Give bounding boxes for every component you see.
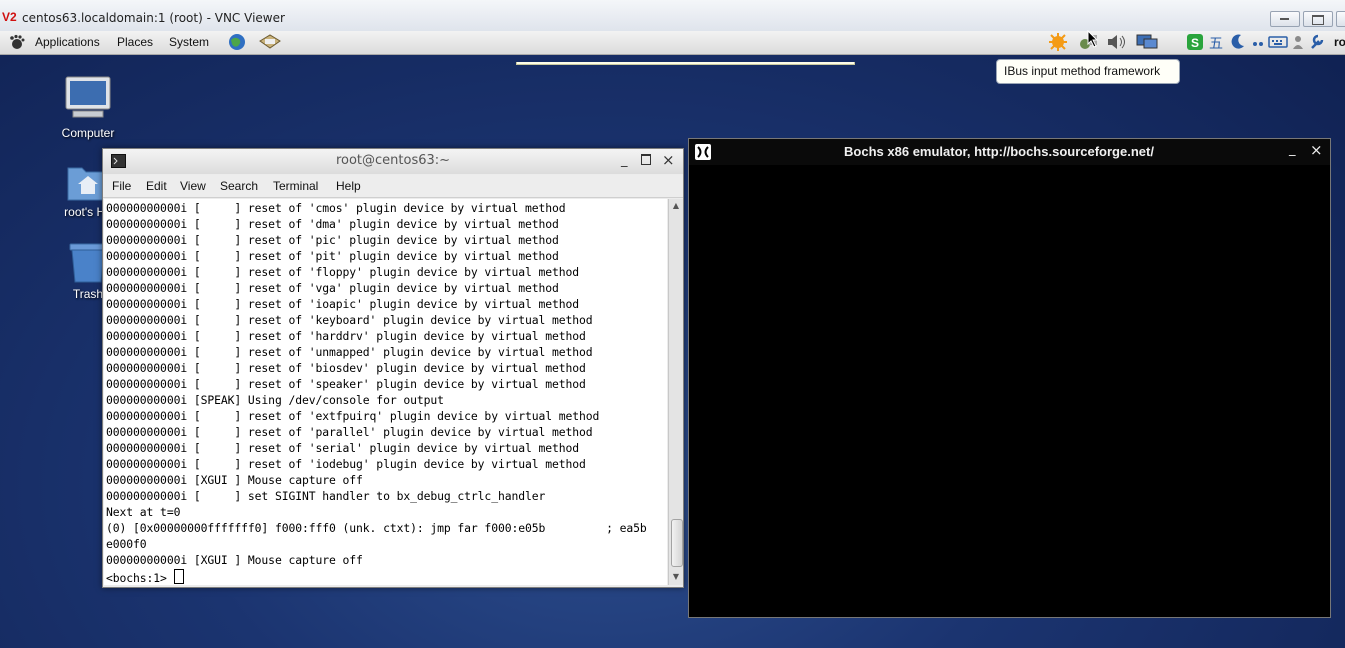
close-icon[interactable]: × [662, 151, 675, 169]
bochs-minimize-icon[interactable]: _ [1289, 142, 1296, 157]
display-icon[interactable] [1135, 33, 1159, 51]
bochs-close-icon[interactable]: × [1310, 141, 1323, 159]
terminal-line: 00000000000i [ ] reset of 'parallel' plu… [106, 425, 593, 439]
terminal-line: 00000000000i [ ] reset of 'cmos' plugin … [106, 201, 566, 215]
applications-menu[interactable]: Applications [35, 35, 100, 49]
terminal-line: 00000000000i [ ] reset of 'harddrv' plug… [106, 329, 586, 343]
terminal-scrollbar[interactable]: ▲ ▼ [668, 199, 683, 585]
terminal-titlebar[interactable]: root@centos63:~ _ × [103, 149, 683, 174]
bochs-window[interactable]: Bochs x86 emulator, http://bochs.sourcef… [688, 138, 1331, 618]
bochs-titlebar[interactable]: Bochs x86 emulator, http://bochs.sourcef… [689, 139, 1330, 165]
vnc-window-title: centos63.localdomain:1 (root) - VNC View… [22, 11, 285, 25]
terminal-line: 00000000000i [ ] reset of 'extfpuirq' pl… [106, 409, 600, 423]
terminal-line: 00000000000i [ ] reset of 'keyboard' plu… [106, 313, 593, 327]
punctuation-icon[interactable] [1250, 33, 1266, 51]
terminal-line: 00000000000i [ ] set SIGINT handler to b… [106, 489, 546, 503]
terminal-line: 00000000000i [ ] reset of 'unmapped' plu… [106, 345, 593, 359]
text-cursor [173, 569, 184, 584]
terminal-line: 00000000000i [ ] reset of 'pit' plugin d… [106, 249, 559, 263]
terminal-line: 00000000000i [ ] reset of 'biosdev' plug… [106, 361, 586, 375]
update-notifier-icon[interactable] [1047, 33, 1069, 51]
ime-wubi-icon[interactable]: 五 [1209, 33, 1223, 53]
vnc-minimize-button[interactable] [1270, 11, 1300, 27]
gnome-top-panel: Applications Places System S 五 ro [0, 31, 1345, 65]
terminal-line: 00000000000i [XGUI ] Mouse capture off [106, 553, 363, 567]
system-menu[interactable]: System [169, 35, 209, 49]
mail-client-icon[interactable] [258, 33, 282, 51]
terminal-prompt: <bochs:1> [106, 571, 174, 585]
wrench-icon[interactable] [1309, 33, 1325, 51]
vnc-close-button[interactable] [1336, 11, 1345, 27]
bochs-display[interactable] [690, 165, 1327, 613]
desktop-icon-label: Computer [61, 126, 115, 140]
minimize-icon[interactable]: _ [621, 153, 628, 168]
terminal-line: 00000000000i [ ] reset of 'vga' plugin d… [106, 281, 559, 295]
terminal-prompt-line[interactable]: <bochs:1> [106, 569, 184, 585]
panel-notification-strip [516, 62, 855, 65]
terminal-output[interactable]: 00000000000i [ ] reset of 'cmos' plugin … [104, 199, 667, 585]
keyboard-icon[interactable] [1268, 33, 1288, 51]
computer-icon [65, 76, 111, 118]
terminal-line: 00000000000i [ ] reset of 'serial' plugi… [106, 441, 580, 455]
terminal-line: 00000000000i [ ] reset of 'ioapic' plugi… [106, 297, 580, 311]
svg-text:S: S [1191, 36, 1199, 50]
vnc-maximize-button[interactable] [1303, 11, 1333, 27]
menu-file[interactable]: File [112, 179, 131, 193]
menu-search[interactable]: Search [220, 179, 258, 193]
terminal-window[interactable]: root@centos63:~ _ × File Edit View Searc… [102, 148, 684, 588]
web-browser-icon[interactable] [227, 33, 247, 51]
terminal-line: 00000000000i [SPEAK] Using /dev/console … [106, 393, 444, 407]
desktop-icon-computer[interactable]: Computer [52, 75, 124, 140]
scroll-thumb[interactable] [671, 519, 683, 567]
terminal-line: 00000000000i [ ] reset of 'speaker' plug… [106, 377, 586, 391]
terminal-line: Next at t=0 [106, 505, 181, 519]
bochs-title: Bochs x86 emulator, http://bochs.sourcef… [844, 144, 1154, 159]
terminal-line: (0) [0x00000000fffffff0] f000:fff0 (unk.… [106, 521, 647, 535]
menu-terminal[interactable]: Terminal [273, 179, 318, 193]
gnome-foot-icon [10, 34, 25, 49]
user-icon[interactable] [1291, 33, 1305, 51]
terminal-line: 00000000000i [ ] reset of 'floppy' plugi… [106, 265, 580, 279]
terminal-line: 00000000000i [ ] reset of 'iodebug' plug… [106, 457, 586, 471]
terminal-menubar: File Edit View Search Terminal Help [103, 175, 683, 198]
menu-edit[interactable]: Edit [146, 179, 167, 193]
maximize-icon[interactable] [641, 154, 651, 165]
vnc-title-bar: V2 centos63.localdomain:1 (root) - VNC V… [0, 0, 1345, 32]
terminal-line: 00000000000i [XGUI ] Mouse capture off [106, 473, 363, 487]
user-menu[interactable]: ro [1334, 35, 1345, 49]
menu-view[interactable]: View [180, 179, 206, 193]
vnc-logo-icon: V2 [2, 10, 17, 24]
terminal-line: 00000000000i [ ] reset of 'dma' plugin d… [106, 217, 559, 231]
terminal-line: e000f0 [106, 537, 147, 551]
mouse-pointer-icon [1087, 30, 1099, 48]
menu-help[interactable]: Help [336, 179, 361, 193]
volume-icon[interactable] [1106, 33, 1128, 51]
moon-icon[interactable] [1230, 33, 1246, 51]
terminal-line: 00000000000i [ ] reset of 'pic' plugin d… [106, 233, 559, 247]
ibus-tooltip: IBus input method framework [996, 59, 1180, 84]
ime-status-icon[interactable]: S [1186, 33, 1204, 51]
scroll-up-icon[interactable]: ▲ [671, 200, 681, 212]
scroll-down-icon[interactable]: ▼ [671, 571, 681, 583]
places-menu[interactable]: Places [117, 35, 153, 49]
terminal-title: root@centos63:~ [335, 153, 451, 168]
